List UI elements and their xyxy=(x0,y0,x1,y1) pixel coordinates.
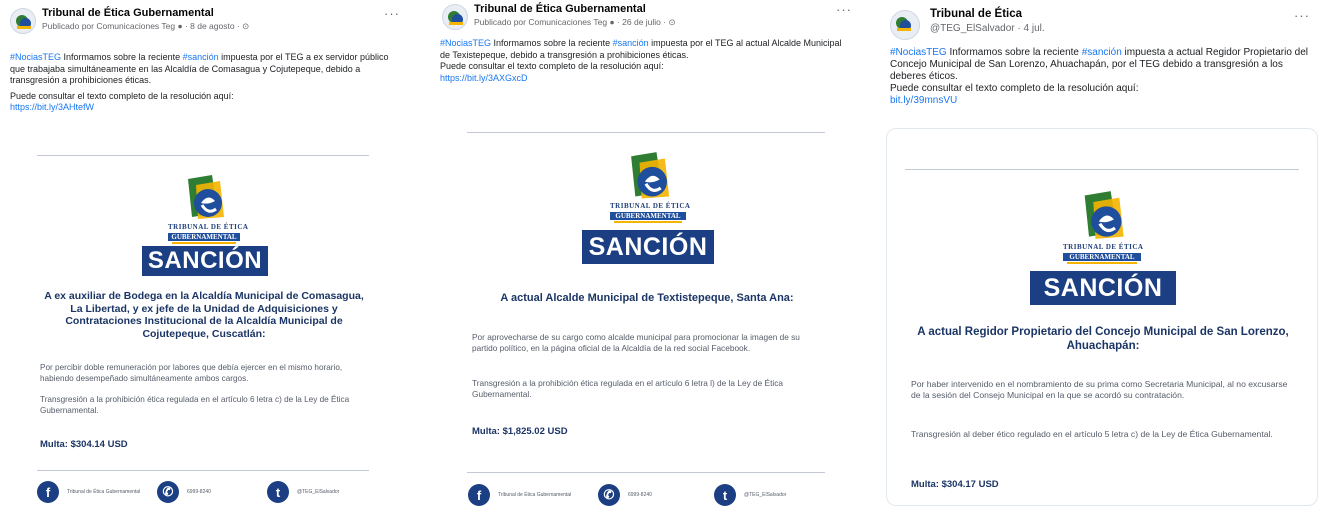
post-text: #NociasTEG Informamos sobre la reciente … xyxy=(10,52,400,114)
facebook-icon: f xyxy=(37,481,59,503)
post-text-part: Informamos sobre la reciente xyxy=(491,38,613,48)
resolution-link[interactable]: https://bit.ly/3AHtefW xyxy=(10,102,400,114)
sanction-reason: Por aprovecharse de su cargo como alcald… xyxy=(472,332,800,353)
sanction-law: Transgresión a la prohibición ética regu… xyxy=(40,395,350,415)
post-text: #NociasTEG Informamos sobre la reciente … xyxy=(440,38,852,84)
sanction-reason: Por percibir doble remuneración por labo… xyxy=(40,363,343,383)
more-options-button[interactable]: ··· xyxy=(836,2,852,17)
logo-line-2: GUBERNAMENTAL xyxy=(1069,253,1135,261)
post-meta: Publicado por Comunicaciones Teg ● · 8 d… xyxy=(42,21,249,32)
footer-twitter-handle: @TEG_ElSalvador xyxy=(744,492,787,498)
hashtag-link[interactable]: #sanción xyxy=(613,38,649,48)
avatar[interactable] xyxy=(890,10,920,40)
sanction-reason: Por haber intervenido en el nombramiento… xyxy=(911,379,1288,400)
post-meta: Publicado por Comunicaciones Teg ● · 26 … xyxy=(474,17,676,28)
teg-logo: TRIBUNAL DE ÉTICA GUBERNAMENTAL xyxy=(1063,189,1144,267)
twitter-icon: t xyxy=(267,481,289,503)
consult-text: Puede consultar el texto completo de la … xyxy=(440,61,664,71)
resolution-link[interactable]: https://bit.ly/3AXGxcD xyxy=(440,73,852,85)
page-name[interactable]: Tribunal de Ética Gubernamental xyxy=(42,7,214,19)
consult-text: Puede consultar el texto completo de la … xyxy=(10,90,234,101)
divider xyxy=(37,155,369,156)
avatar[interactable] xyxy=(442,4,468,30)
divider xyxy=(37,470,369,471)
whatsapp-icon: ✆ xyxy=(157,481,179,503)
sanction-law: Transgresión a la prohibición ética regu… xyxy=(472,378,784,399)
fine-amount: Multa: $1,825.02 USD xyxy=(472,426,568,437)
logo-line-2: GUBERNAMENTAL xyxy=(615,212,681,220)
resolution-link[interactable]: bit.ly/39mnsVU xyxy=(890,95,1314,107)
footer-facebook-text: Tribunal de Ética Gubernamental xyxy=(67,489,141,495)
publisher-label: Publicado por Comunicaciones Teg xyxy=(474,17,610,27)
facebook-post-1: Tribunal de Ética Gubernamental Publicad… xyxy=(0,0,410,506)
hashtag-link[interactable]: #NociasTEG xyxy=(890,47,947,58)
footer-phone: 6999-8240 xyxy=(628,492,652,498)
account-name[interactable]: Tribunal de Ética xyxy=(930,8,1022,20)
post-text-part: Informamos sobre la reciente xyxy=(61,52,183,62)
sanction-title: A actual Regidor Propietario del Concejo… xyxy=(917,326,1289,352)
logo-line-1: TRIBUNAL DE ÉTICA xyxy=(610,202,691,210)
card-footer: f Tribunal de Ética Gubernamental ✆ 6999… xyxy=(468,484,786,506)
logo-line-1: TRIBUNAL DE ÉTICA xyxy=(1063,243,1144,251)
tweet-text-part: Informamos sobre la reciente xyxy=(946,47,1082,58)
divider xyxy=(467,472,825,473)
hashtag-link[interactable]: #NociasTEG xyxy=(440,38,491,48)
card-footer: f Tribunal de Ética Gubernamental ✆ 6999… xyxy=(37,481,339,503)
publisher-label: Publicado por Comunicaciones Teg xyxy=(42,21,178,31)
tweet-text: #NociasTEG Informamos sobre la reciente … xyxy=(890,47,1314,107)
consult-text: Puede consultar el texto completo de la … xyxy=(890,83,1139,94)
divider xyxy=(467,132,825,133)
hashtag-link[interactable]: #NociasTEG xyxy=(10,52,61,62)
sancion-badge: SANCIÓN xyxy=(582,230,714,264)
audience-icon: ⊙ xyxy=(668,17,676,27)
post-date[interactable]: · 26 de julio · xyxy=(615,17,669,27)
audience-icon: ⊙ xyxy=(242,21,250,31)
more-options-button[interactable]: ··· xyxy=(1294,8,1310,23)
post-date[interactable]: · 8 de agosto · xyxy=(183,21,243,31)
avatar[interactable] xyxy=(10,8,36,34)
twitter-post: Tribunal de Ética @TEG_ElSalvador · 4 ju… xyxy=(880,0,1320,506)
footer-twitter-handle: @TEG_ElSalvador xyxy=(297,489,340,495)
hashtag-link[interactable]: #sanción xyxy=(1082,47,1122,58)
sancion-badge: SANCIÓN xyxy=(142,246,268,276)
teg-logo: TRIBUNAL DE ÉTICA GUBERNAMENTAL xyxy=(168,173,249,245)
more-options-button[interactable]: ··· xyxy=(384,6,400,21)
facebook-icon: f xyxy=(468,484,490,506)
tweet-header: Tribunal de Ética @TEG_ElSalvador · 4 ju… xyxy=(886,6,1314,40)
fine-amount: Multa: $304.14 USD xyxy=(40,439,128,450)
whatsapp-icon: ✆ xyxy=(598,484,620,506)
page-name[interactable]: Tribunal de Ética Gubernamental xyxy=(474,3,646,15)
account-handle[interactable]: @TEG_ElSalvador · 4 jul. xyxy=(930,23,1045,34)
footer-phone: 6999-8240 xyxy=(187,489,211,495)
logo-stripe xyxy=(172,242,236,244)
sanction-title: A ex auxiliar de Bodega en la Alcaldía M… xyxy=(44,290,364,340)
facebook-post-2: Tribunal de Ética Gubernamental Publicad… xyxy=(432,0,862,506)
divider xyxy=(905,169,1299,170)
logo-line-2: GUBERNAMENTAL xyxy=(171,233,237,241)
sanction-image[interactable]: TRIBUNAL DE ÉTICA GUBERNAMENTAL SANCIÓN … xyxy=(432,110,862,506)
teg-logo: TRIBUNAL DE ÉTICA GUBERNAMENTAL xyxy=(610,150,691,226)
footer-facebook-text: Tribunal de Ética Gubernamental xyxy=(498,492,572,498)
logo-line-1: TRIBUNAL DE ÉTICA xyxy=(168,223,249,231)
sanction-image[interactable]: TRIBUNAL DE ÉTICA GUBERNAMENTAL SANCIÓN … xyxy=(886,128,1318,506)
logo-stripe xyxy=(614,221,682,223)
sanction-title: A actual Alcalde Municipal de Textistepe… xyxy=(500,292,794,304)
post-header: Tribunal de Ética Gubernamental Publicad… xyxy=(6,4,404,38)
sanction-image[interactable]: TRIBUNAL DE ÉTICA GUBERNAMENTAL SANCIÓN … xyxy=(0,125,410,506)
post-header: Tribunal de Ética Gubernamental Publicad… xyxy=(438,0,856,34)
logo-stripe xyxy=(1067,262,1137,264)
hashtag-link[interactable]: #sanción xyxy=(183,52,219,62)
fine-amount: Multa: $304.17 USD xyxy=(911,479,999,490)
sancion-badge: SANCIÓN xyxy=(1030,271,1176,305)
twitter-icon: t xyxy=(714,484,736,506)
sanction-law: Transgresión al deber ético regulado en … xyxy=(911,429,1273,439)
